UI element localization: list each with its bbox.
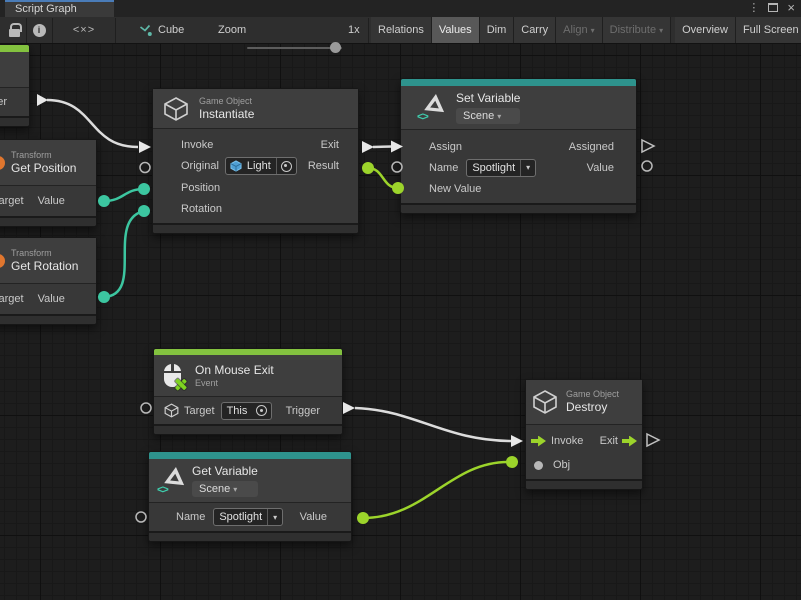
port-label-new-value: New Value <box>429 183 481 195</box>
node-category: Transform <box>11 248 78 259</box>
transform-icon <box>0 156 5 170</box>
zoom-label: Zoom <box>218 17 246 43</box>
port-label-original: Original <box>181 160 219 172</box>
chevron-down-icon: ▾ <box>591 26 595 35</box>
maximize-icon[interactable] <box>768 3 778 12</box>
object-field-value: Light <box>242 160 276 172</box>
node-subtitle: Event <box>195 378 274 389</box>
game-object-mini-icon <box>164 403 179 418</box>
graph-toolbar: i <×> Cube Zoom 1x Relations Values Dim … <box>0 17 801 44</box>
node-title: Set Variable <box>456 91 520 106</box>
node-title: Get Rotation <box>11 259 78 274</box>
flow-arrow-icon <box>531 436 546 447</box>
node-category: Transform <box>11 150 76 161</box>
port-label-position: Position <box>181 182 220 194</box>
port-label-trigger: Trigger <box>286 405 320 417</box>
node-title: Destroy <box>566 400 619 415</box>
flow-arrow-icon <box>622 436 637 447</box>
port-label-exit: Exit <box>321 139 339 151</box>
game-object-icon <box>532 389 558 415</box>
transform-icon <box>0 254 5 268</box>
node-title: Get Variable <box>192 464 258 479</box>
info-button[interactable]: i <box>29 17 49 43</box>
zoom-slider-handle[interactable] <box>330 42 341 53</box>
info-icon: i <box>33 24 46 37</box>
node-category: Game Object <box>566 389 619 400</box>
node-get-position[interactable]: Transform Get Position Target Value <box>0 139 97 227</box>
port-label-value: Value <box>587 162 614 174</box>
variable-kind-dropdown[interactable]: Scene ▾ <box>456 108 520 124</box>
node-get-rotation[interactable]: Transform Get Rotation Target Value <box>0 237 97 325</box>
green-x-icon <box>174 378 187 391</box>
node-instantiate[interactable]: Game Object Instantiate Invoke Exit Orig… <box>152 88 359 234</box>
variable-kind-dropdown[interactable]: Scene ▾ <box>192 481 258 497</box>
toolbar-button-fullscreen[interactable]: Full Screen <box>736 17 801 43</box>
port-label-name: Name <box>176 511 205 523</box>
toolbar-button-align[interactable]: Align▾ <box>556 17 602 43</box>
close-icon[interactable]: × <box>787 1 795 14</box>
port-label-value: Value <box>38 293 65 305</box>
node-category: Game Object <box>199 96 254 107</box>
node-title: Instantiate <box>199 107 254 122</box>
variable-name-dropdown[interactable]: Spotlight ▾ <box>466 159 536 177</box>
variable-icon: <> <box>159 466 186 496</box>
port-label-obj: Obj <box>553 459 570 471</box>
node-on-mouse-exit[interactable]: On Mouse Exit Event Target This Trigger <box>153 348 343 435</box>
graph-target-label[interactable]: Cube <box>158 17 184 43</box>
port-label-trigger: Trigger <box>0 96 7 108</box>
object-picker-icon[interactable] <box>256 405 267 416</box>
port-label-invoke: Invoke <box>551 435 583 447</box>
port-label-target: Target <box>0 195 24 207</box>
chevron-down-icon: ▾ <box>659 26 663 35</box>
variable-icon: <> <box>419 93 446 123</box>
toolbar-button-carry[interactable]: Carry <box>514 17 556 43</box>
variable-name-dropdown[interactable]: Spotlight ▾ <box>213 508 283 526</box>
tab-title: Script Graph <box>15 3 77 15</box>
chevron-down-icon: ▾ <box>497 112 501 121</box>
node-destroy[interactable]: Game Object Destroy Invoke Exit Obj <box>525 379 643 490</box>
toolbar-button-dim[interactable]: Dim <box>480 17 515 43</box>
node-offscreen-event[interactable]: Trigger <box>0 44 30 127</box>
chevron-down-icon: ▾ <box>521 163 535 172</box>
lock-icon <box>9 29 20 37</box>
port-label-rotation: Rotation <box>181 203 222 215</box>
chevron-down-icon: ▾ <box>233 485 237 494</box>
game-object-mini-icon <box>230 160 242 172</box>
tab-script-graph[interactable]: Script Graph <box>5 0 114 17</box>
node-title: Get Position <box>11 161 76 176</box>
lock-button[interactable] <box>4 17 24 43</box>
port-label-exit: Exit <box>600 435 618 447</box>
game-object-icon <box>163 96 189 122</box>
graph-pointer-icon <box>138 17 153 43</box>
toolbar-button-distribute[interactable]: Distribute▾ <box>603 17 671 43</box>
toolbar-button-values[interactable]: Values <box>432 17 480 43</box>
mouse-event-icon <box>164 364 181 387</box>
port-label-name: Name <box>429 162 458 174</box>
node-title: On Mouse Exit <box>195 363 274 378</box>
target-object-field[interactable]: This <box>221 402 273 420</box>
code-view-button[interactable]: <×> <box>64 17 104 43</box>
kebab-menu-icon[interactable]: ⋮ <box>748 1 759 14</box>
node-get-variable[interactable]: <> Get Variable Scene ▾ Name Spotlight ▾… <box>148 451 352 542</box>
port-label-assigned: Assigned <box>569 141 614 153</box>
zoom-level: 1x <box>348 17 360 43</box>
zoom-slider-track[interactable] <box>247 47 342 49</box>
port-label-value: Value <box>300 511 327 523</box>
code-view-icon: <×> <box>73 24 95 36</box>
original-object-field[interactable]: Light <box>225 157 297 175</box>
toolbar-button-overview[interactable]: Overview <box>675 17 736 43</box>
port-label-assign: Assign <box>429 141 462 153</box>
object-picker-icon[interactable] <box>281 161 292 172</box>
port-label-invoke: Invoke <box>181 139 213 151</box>
port-label-target: Target <box>184 405 215 417</box>
obj-port-dot-icon <box>534 461 543 470</box>
node-set-variable[interactable]: <> Set Variable Scene ▾ Assign Assigned … <box>400 78 637 214</box>
chevron-down-icon: ▾ <box>268 513 282 522</box>
port-label-target: Target <box>0 293 24 305</box>
toolbar-button-relations[interactable]: Relations <box>371 17 432 43</box>
port-label-value: Value <box>38 195 65 207</box>
port-label-result: Result <box>308 160 339 172</box>
title-bar: Script Graph ⋮ × <box>0 0 801 17</box>
